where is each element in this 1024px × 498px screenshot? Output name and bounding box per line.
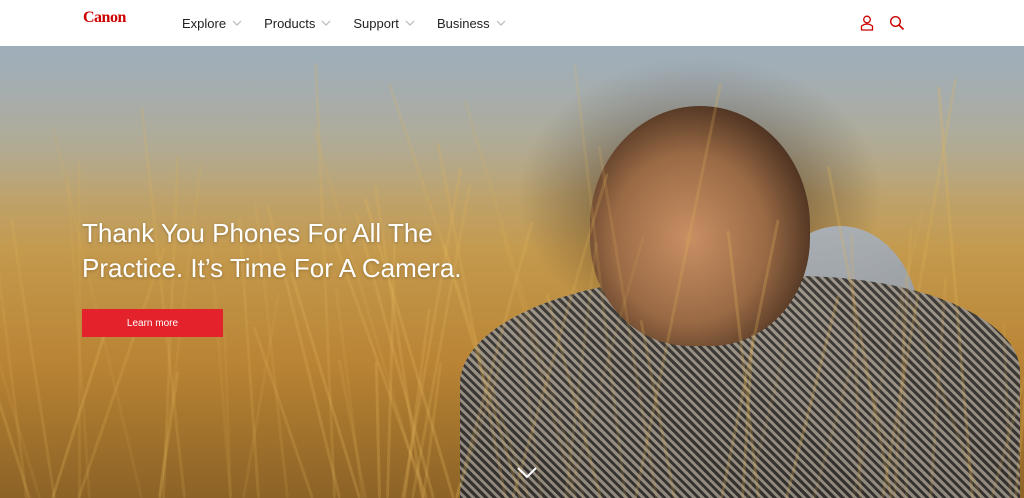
nav-item-label: Business (436, 15, 490, 31)
nav-item-label: Explore (182, 15, 227, 31)
hero-headline: Thank You Phones For All The Practice. I… (82, 218, 462, 283)
chevron-down-icon (496, 20, 506, 26)
chevron-down-icon[interactable] (516, 466, 538, 480)
nav-item-products[interactable]: Products (264, 16, 331, 31)
site-header: Canon Explore Products Support Business (0, 0, 1024, 46)
hero-sky (0, 46, 1024, 196)
chevron-down-icon (232, 20, 242, 26)
nav-item-label: Products (264, 15, 316, 31)
chevron-down-icon (405, 20, 415, 26)
search-icon[interactable] (886, 12, 908, 34)
nav-item-support[interactable]: Support (353, 16, 415, 31)
canon-logo[interactable]: Canon (83, 9, 126, 27)
grass-blade (374, 360, 381, 498)
main-nav: Explore Products Support Business (182, 0, 528, 46)
user-icon[interactable] (856, 12, 878, 34)
header-actions (848, 12, 908, 34)
chevron-down-icon (321, 20, 331, 26)
hero-banner: Thank You Phones For All The Practice. I… (0, 46, 1024, 498)
nav-item-explore[interactable]: Explore (182, 16, 242, 31)
nav-item-label: Support (353, 15, 399, 31)
nav-item-business[interactable]: Business (437, 16, 506, 31)
learn-more-button[interactable]: Learn more (82, 309, 223, 337)
